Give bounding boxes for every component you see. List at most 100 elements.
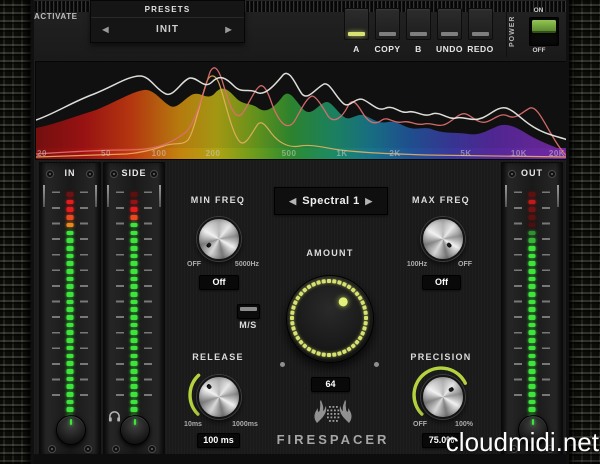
led [529,377,536,382]
led [131,223,138,228]
spectral-next-icon[interactable]: ▶ [359,188,379,214]
led [67,207,74,212]
led [131,261,138,266]
led [131,215,138,220]
button-b[interactable]: B [407,8,430,54]
ring-dot [362,326,367,331]
freq-tick-label: 20K [549,149,565,158]
button-led [348,32,365,36]
led [131,231,138,236]
led [131,246,138,251]
led [131,354,138,359]
amount-knob[interactable] [279,268,379,368]
preset-next-icon[interactable]: ▶ [220,18,238,42]
min-freq-value[interactable]: Off [199,275,239,290]
led [131,407,138,412]
activate-label[interactable]: ACTIVATE [34,12,78,21]
spectral-prev-icon[interactable]: ◀ [283,188,303,214]
meter-scale-ticks [514,190,522,396]
led [67,377,74,382]
meter-clip [159,185,161,207]
knob-indicator [448,386,454,392]
led [131,323,138,328]
led [131,192,138,197]
led [529,231,536,236]
button-led [472,32,489,36]
freq-tick-label: 10K [511,149,527,158]
button-a[interactable]: A [345,8,368,54]
led [67,254,74,259]
led [67,361,74,366]
led [67,200,74,205]
button-cap[interactable] [468,8,493,40]
meter-clip [107,185,109,207]
led [529,284,536,289]
meter-scale-ticks [542,190,550,396]
screw-icon [46,170,54,178]
power-on-label: ON [534,7,544,14]
screw-icon [508,170,516,178]
screw-icon [548,170,556,178]
screw-icon [84,445,92,453]
amount-value[interactable]: 64 [311,377,350,392]
led [529,400,536,405]
spectrum-graph [36,62,568,159]
knob-indicator [70,419,72,425]
power-toggle[interactable] [529,17,559,46]
spectral-mode-selector[interactable]: ◀ Spectral 1 ▶ [274,187,388,215]
button-label: A [353,44,360,54]
button-cap[interactable] [344,8,369,40]
led [67,384,74,389]
led [131,277,138,282]
led [131,284,138,289]
led [131,369,138,374]
center-controls: MIN FREQ OFF 5000Hz Off ◀ Spectral 1 ▶ M… [166,162,500,453]
ms-mode-button[interactable] [237,304,260,319]
min-freq-knob[interactable] [187,207,247,267]
input-gain-knob[interactable] [56,415,86,445]
led [67,300,74,305]
freq-tick-label: 20 [37,149,47,158]
button-cap[interactable] [375,8,400,40]
preset-prev-icon[interactable]: ◀ [97,18,115,42]
led [529,315,536,320]
button-redo[interactable]: REDO [469,8,492,54]
led [131,377,138,382]
led [529,207,536,212]
output-meter-label: OUT [521,168,543,178]
led [67,246,74,251]
preset-browser[interactable]: PRESETS ◀ INIT ▶ [90,0,245,43]
preset-name[interactable]: INIT [156,24,179,35]
header-bar: ACTIVATE PRESETS ◀ INIT ▶ A COPY B UNDO REDO… [31,0,569,60]
led [131,338,138,343]
led [67,407,74,412]
led [67,338,74,343]
led [529,338,536,343]
knob-indicator [206,242,212,248]
led [131,330,138,335]
led [529,307,536,312]
input-meter-label: IN [65,168,76,178]
ms-mode-label: M/S [239,320,257,330]
screw-icon [148,445,156,453]
rack-side-left [0,0,34,464]
button-copy[interactable]: COPY [376,8,399,54]
precision-label: PRECISION [410,352,471,362]
button-cap [240,307,257,311]
button-cap[interactable] [406,8,431,40]
button-label: COPY [374,44,400,54]
flame-logo-icon [309,400,357,424]
led [529,269,536,274]
led [67,292,74,297]
max-freq-value[interactable]: Off [422,275,461,290]
max-freq-knob[interactable] [411,207,471,267]
led [67,323,74,328]
led [67,277,74,282]
freq-tick-label: 1K [336,149,347,158]
meter-scale-ticks [80,190,88,396]
button-undo[interactable]: UNDO [438,8,461,54]
headphones-icon[interactable] [108,410,121,422]
side-gain-knob[interactable] [120,415,150,445]
button-cap[interactable] [437,8,462,40]
power-toggle-handle[interactable] [532,20,556,33]
